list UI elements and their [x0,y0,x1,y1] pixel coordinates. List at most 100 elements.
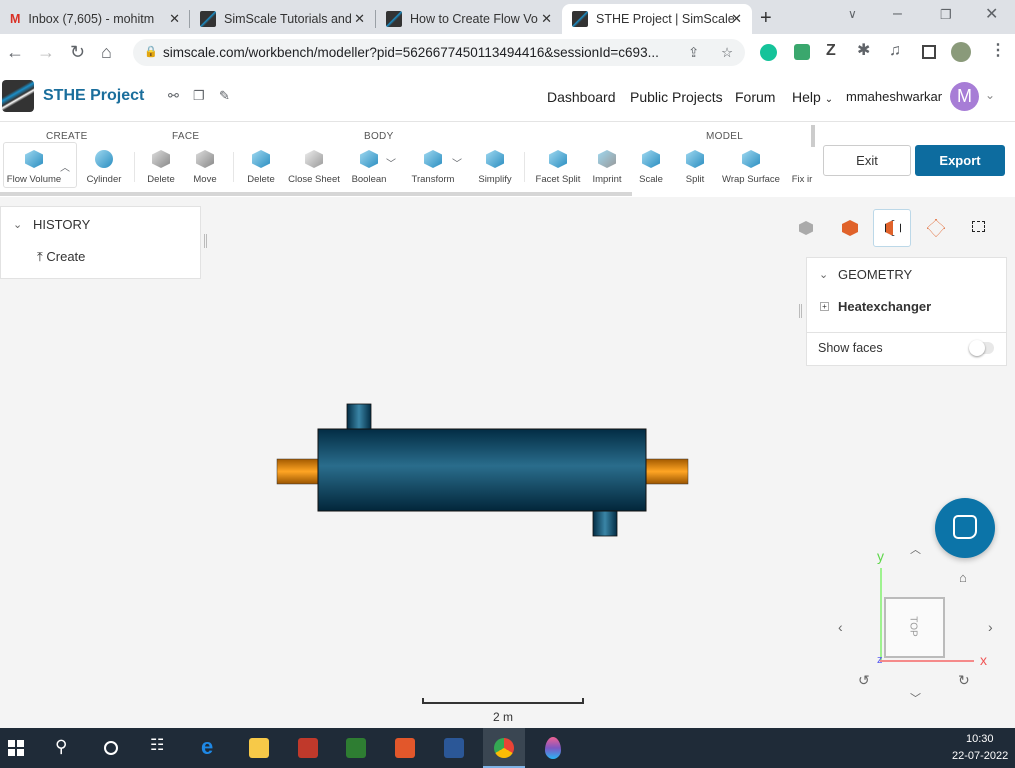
file-explorer-icon[interactable] [249,738,269,758]
restore-icon[interactable]: ❐ [940,8,952,21]
clock-time[interactable]: 10:30 [966,733,994,745]
close-tab-icon[interactable]: ✕ [169,11,180,27]
rotate-up-icon[interactable]: ︿ [910,545,921,556]
rotate-down-icon[interactable]: ﹀ [910,694,921,705]
home-view-icon[interactable]: ⌂ [959,571,967,584]
flow-volume-button[interactable]: Flow Volume [4,150,64,185]
close-sheet-button[interactable]: Close Sheet [284,150,344,185]
forward-icon[interactable]: → [37,43,55,61]
toolbar-scrollbar[interactable] [0,192,632,196]
body-delete-button[interactable]: Delete [231,150,291,185]
profile-avatar[interactable] [951,42,971,62]
back-icon[interactable]: ← [6,43,24,61]
chevron-down-icon[interactable]: ∨ [848,8,857,20]
box-select-icon[interactable] [972,221,985,232]
excel-icon[interactable] [346,738,366,758]
share-icon[interactable]: ⇪ [688,39,699,66]
copy-icon[interactable]: ❐ [193,89,205,102]
heat-exchanger-model[interactable] [270,395,700,545]
task-view-icon[interactable]: ☷ [150,738,164,754]
rotate-left-icon[interactable]: ‹ [838,620,843,634]
view-cube-top-face[interactable]: TOP [884,597,945,658]
rotate-right-icon[interactable]: › [988,620,993,634]
wireframe-view-icon[interactable] [926,218,946,238]
toolbar-scrollbar-vertical[interactable] [811,125,815,147]
group-label-model: MODEL [706,131,744,142]
url-input[interactable]: 🔒 simscale.com/workbench/modeller?pid=562… [133,39,745,66]
grammarly-extension-icon[interactable] [760,44,777,61]
reload-icon[interactable]: ↻ [70,43,85,61]
chevron-down-icon: ⌄ [824,94,834,105]
minimize-icon[interactable]: – [893,6,902,22]
button-label: Delete [247,174,275,185]
nav-dashboard[interactable]: Dashboard [547,89,616,105]
nav-help[interactable]: Help ⌄ [792,89,833,105]
cylinder-button[interactable]: Cylinder [74,150,134,185]
simscale-logo[interactable] [2,80,34,112]
scale-icon [642,150,660,168]
username[interactable]: mmaheshwarkar [846,89,942,104]
close-window-icon[interactable]: ✕ [985,7,998,23]
browser-menu-icon[interactable]: ⋮ [990,43,1006,59]
media-control-icon[interactable]: ♫ [889,43,901,59]
browser-tab[interactable]: M Inbox (7,605) - mohitm ✕ [0,4,190,34]
face-move-button[interactable]: Move [175,150,235,185]
split-button[interactable]: Split [665,150,725,185]
user-avatar[interactable]: M [950,82,979,111]
side-panel-icon[interactable] [922,45,936,59]
history-item[interactable]: ⤒ Create [37,249,85,265]
cortana-icon[interactable] [104,741,118,755]
button-label: Flow Volume [6,174,62,185]
access-icon[interactable] [298,738,318,758]
chrome-taskbar-button[interactable] [483,728,525,768]
z-axis-label: z [877,654,883,666]
edit-pencil-icon[interactable]: ✎ [219,89,230,102]
collapse-chevron-icon[interactable]: ⌄ [819,268,828,281]
word-icon[interactable] [444,738,464,758]
close-tab-icon[interactable]: ✕ [541,11,552,27]
edge-icon[interactable]: e [201,736,213,758]
rotate-cw-icon[interactable]: ↻ [958,673,970,687]
paint-app-icon[interactable] [545,737,561,759]
panel-resize-handle[interactable] [204,234,207,248]
chevron-down-icon[interactable]: ﹀ [452,160,462,170]
panel-resize-handle[interactable] [799,304,802,318]
history-panel: ⌄ HISTORY ⤒ Create [0,206,201,279]
fix-button[interactable]: Fix ir [791,150,813,185]
chat-support-button[interactable] [935,498,995,558]
shell-body [317,428,647,512]
solid-view-icon[interactable] [842,220,858,236]
extension-icon[interactable] [794,44,810,60]
bookmark-star-icon[interactable]: ☆ [721,39,733,66]
browser-tab-active[interactable]: STHE Project | SimScale ✕ [562,4,752,34]
show-faces-toggle[interactable] [969,340,994,356]
x-axis [880,660,974,662]
clock-date[interactable]: 22-07-2022 [952,750,1008,762]
chevron-down-icon[interactable]: ⌄ [985,89,995,101]
nav-forum[interactable]: Forum [735,89,775,105]
rotate-ccw-icon[interactable]: ↺ [858,673,870,687]
exit-button[interactable]: Exit [823,145,911,176]
home-icon[interactable]: ⌂ [101,43,112,61]
chevron-down-icon[interactable]: ﹀ [386,160,396,170]
nav-public-projects[interactable]: Public Projects [630,89,723,105]
browser-tab[interactable]: SimScale Tutorials and ✕ [190,4,375,34]
windows-start-icon[interactable] [8,740,24,756]
solid-edges-view-button[interactable] [873,209,911,247]
share-icon[interactable]: ⚯ [168,89,179,102]
zotero-extension-icon[interactable]: Z [826,43,836,59]
export-button[interactable]: Export [915,145,1005,176]
browser-tab[interactable]: How to Create Flow Vo ✕ [376,4,562,34]
powerpoint-icon[interactable] [395,738,415,758]
close-tab-icon[interactable]: ✕ [354,11,365,27]
simplify-button[interactable]: Simplify [465,150,525,185]
close-tab-icon[interactable]: ✕ [731,11,742,27]
wrap-surface-button[interactable]: Wrap Surface [721,150,781,185]
expand-plus-icon[interactable]: + [820,302,829,311]
view-cube-icon[interactable] [799,221,813,235]
geometry-item[interactable]: Heatexchanger [838,299,931,314]
search-icon[interactable]: ⚲ [55,738,67,755]
collapse-chevron-icon[interactable]: ⌄ [13,218,22,231]
new-tab-icon[interactable]: + [760,8,772,28]
puzzle-extensions-icon[interactable]: ✱ [857,43,870,59]
